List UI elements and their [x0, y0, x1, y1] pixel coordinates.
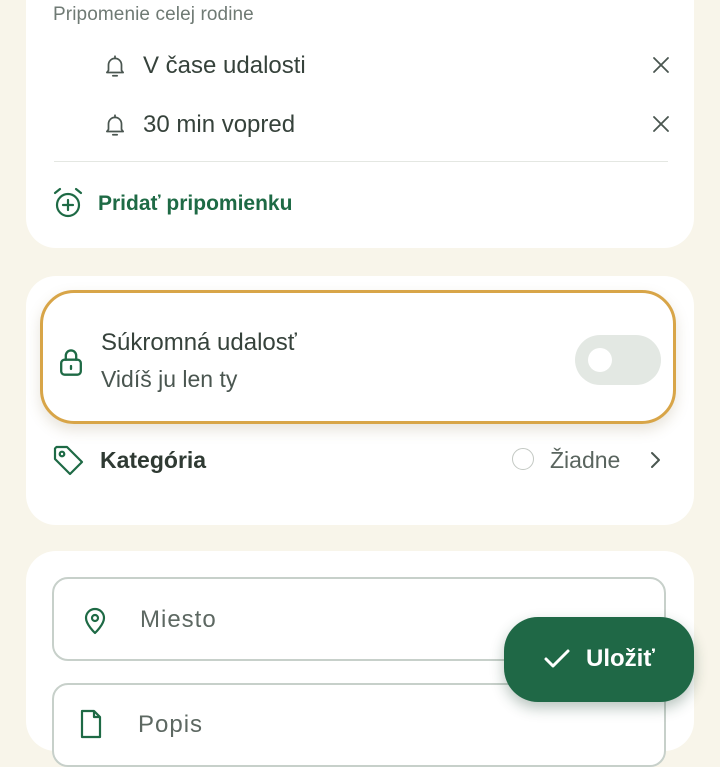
reminder-label: V čase udalosti — [143, 52, 306, 79]
location-input[interactable] — [138, 601, 562, 639]
private-event-subtitle: Vidíš ju len ty — [101, 366, 238, 392]
save-label: Uložiť — [586, 645, 655, 672]
toggle-knob — [588, 348, 612, 372]
chevron-right-icon — [651, 452, 660, 468]
lock-icon — [60, 349, 82, 376]
close-icon[interactable] — [649, 112, 673, 136]
private-event-toggle[interactable] — [575, 335, 661, 385]
reminder-item: 30 min vopred — [26, 101, 694, 149]
save-button[interactable]: Uložiť — [504, 617, 694, 702]
category-label: Kategória — [100, 447, 207, 473]
category-value: Žiadne — [550, 447, 621, 473]
private-event-title: Súkromná udalosť — [101, 329, 297, 356]
add-reminder-label: Pridať pripomienku — [98, 192, 293, 215]
location-pin-icon — [84, 607, 106, 635]
document-icon — [80, 709, 102, 739]
divider — [54, 161, 668, 162]
category-color-indicator — [512, 448, 534, 470]
close-icon[interactable] — [649, 53, 673, 77]
bell-icon — [106, 55, 124, 77]
tag-icon — [53, 445, 84, 476]
category-row[interactable]: Kategória Žiadne — [26, 436, 694, 486]
reminder-label: 30 min vopred — [143, 111, 296, 138]
private-event-row[interactable]: Súkromná udalosť Vidíš ju len ty — [40, 290, 676, 424]
alarm-add-icon — [53, 187, 83, 218]
reminder-item: V čase udalosti — [26, 42, 694, 90]
check-icon — [544, 649, 570, 668]
bell-icon — [106, 114, 124, 136]
description-placeholder: Popis — [138, 711, 204, 738]
privacy-card: Súkromná udalosť Vidíš ju len ty Kategór… — [26, 276, 694, 525]
add-reminder-button[interactable]: Pridať pripomienku — [52, 186, 352, 222]
reminders-section-label: Pripomenie celej rodine — [53, 4, 254, 25]
reminders-card: Pripomenie celej rodine V čase udalosti … — [26, 0, 694, 248]
